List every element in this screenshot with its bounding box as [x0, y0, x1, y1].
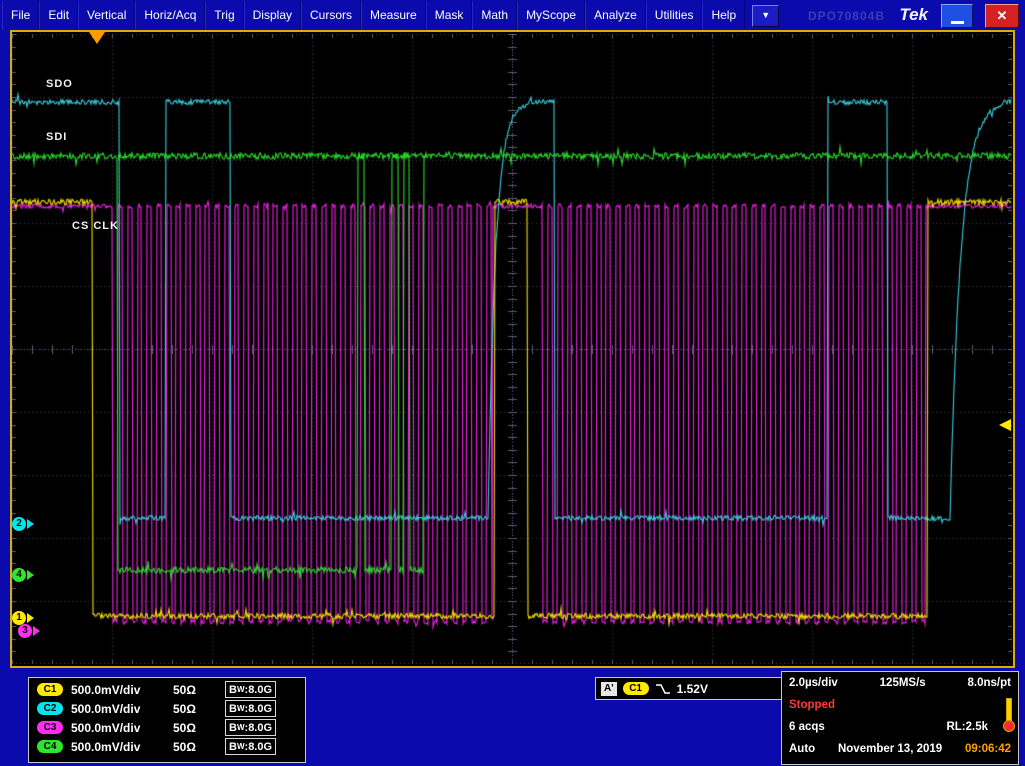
trace-label-cs-clk: CS CLK — [72, 220, 119, 232]
channel-4-arrow-icon — [27, 570, 34, 580]
menu-horiz-acq[interactable]: Horiz/Acq — [135, 1, 205, 30]
menu-edit[interactable]: Edit — [39, 1, 78, 30]
channel-3-badge: C3 — [37, 721, 63, 734]
channel-4-bandwidth: BW:8.0G — [225, 738, 276, 755]
channel-1-impedance: 50Ω — [173, 683, 225, 697]
menu-bar: File Edit Vertical Horiz/Acq Trig Displa… — [0, 0, 1025, 31]
channel-4-badge: C4 — [37, 740, 63, 753]
channel-4-impedance: 50Ω — [173, 740, 225, 754]
channel-2-badge: C2 — [37, 702, 63, 715]
channel-3-arrow-icon — [33, 626, 40, 636]
menu-display[interactable]: Display — [244, 1, 301, 30]
scope-display: SDO SDI CS CLK 2 4 3 1 — [10, 30, 1015, 668]
channel-2-readout[interactable]: C2 500.0mV/div 50Ω BW:8.0G — [29, 699, 305, 718]
channel-4-scale: 500.0mV/div — [71, 740, 173, 754]
minimize-icon — [951, 21, 964, 24]
channel-1-arrow-icon — [27, 613, 34, 623]
channel-1-readout[interactable]: C1 500.0mV/div 50Ω BW:8.0G — [29, 680, 305, 699]
minimize-button[interactable] — [941, 4, 973, 28]
menu-cursors[interactable]: Cursors — [301, 1, 361, 30]
trigger-mode: Auto — [789, 743, 815, 755]
channel-3-bandwidth: BW:8.0G — [225, 719, 276, 736]
record-length: RL:2.5k — [946, 721, 988, 733]
chevron-down-icon: ▼ — [761, 10, 770, 20]
channel-3-scale: 500.0mV/div — [71, 721, 173, 735]
acquisition-state: Stopped — [789, 699, 835, 711]
sample-rate-readout: 125MS/s — [880, 677, 926, 689]
channel-2-scale: 500.0mV/div — [71, 702, 173, 716]
trigger-source-badge: C1 — [623, 682, 649, 695]
trigger-slope-icon — [655, 682, 671, 696]
trigger-level-value: 1.52V — [677, 682, 708, 696]
menu-analyze[interactable]: Analyze — [585, 1, 646, 30]
channel-1-badge: C1 — [37, 683, 63, 696]
menu-file[interactable]: File — [2, 1, 39, 30]
trigger-a-badge: A' — [601, 682, 617, 696]
timebase-readout: 2.0µs/div — [789, 677, 838, 689]
menu-myscope[interactable]: MyScope — [517, 1, 585, 30]
trace-label-sdo: SDO — [46, 78, 73, 90]
menu-math[interactable]: Math — [472, 1, 517, 30]
thermometer-icon — [1003, 698, 1013, 732]
channel-readouts: C1 500.0mV/div 50Ω BW:8.0G C2 500.0mV/di… — [28, 677, 306, 763]
resolution-readout: 8.0ns/pt — [968, 677, 1011, 689]
model-ghost-text: DPO70804B — [808, 9, 885, 23]
waveform-canvas — [12, 34, 1012, 664]
channel-3-marker[interactable]: 3 — [18, 624, 40, 638]
menu-trig[interactable]: Trig — [205, 1, 243, 30]
clock-time: 09:06:42 — [965, 743, 1011, 755]
close-icon: ✕ — [997, 8, 1008, 23]
channel-1-bandwidth: BW:8.0G — [225, 681, 276, 698]
menu-mask[interactable]: Mask — [426, 1, 473, 30]
channel-4-marker-label: 4 — [12, 568, 26, 582]
channel-2-bandwidth: BW:8.0G — [225, 700, 276, 717]
thermometer-bulb — [1003, 720, 1015, 732]
trigger-level-arrow[interactable] — [999, 419, 1011, 431]
date-readout: November 13, 2019 — [838, 743, 942, 755]
trigger-position-marker[interactable] — [89, 32, 105, 44]
channel-1-marker[interactable]: 1 — [12, 611, 34, 625]
channel-4-marker[interactable]: 4 — [12, 568, 34, 582]
menu-utilities[interactable]: Utilities — [646, 1, 703, 30]
tek-logo: Tek — [899, 5, 928, 25]
channel-3-marker-label: 3 — [18, 624, 32, 638]
menu-help[interactable]: Help — [702, 1, 745, 30]
channel-3-impedance: 50Ω — [173, 721, 225, 735]
trace-label-sdi: SDI — [46, 131, 67, 143]
trigger-readout[interactable]: A' C1 1.52V — [595, 677, 789, 700]
close-button[interactable]: ✕ — [985, 4, 1019, 28]
channel-2-marker-label: 2 — [12, 517, 26, 531]
acquisition-count: 6 acqs — [789, 721, 825, 733]
menu-vertical[interactable]: Vertical — [78, 1, 135, 30]
acquisition-readout: 2.0µs/div 125MS/s 8.0ns/pt Stopped 6 acq… — [781, 671, 1019, 765]
channel-1-marker-label: 1 — [12, 611, 26, 625]
channel-3-readout[interactable]: C3 500.0mV/div 50Ω BW:8.0G — [29, 718, 305, 737]
readout-bar: C1 500.0mV/div 50Ω BW:8.0G C2 500.0mV/di… — [0, 668, 1025, 766]
menu-measure[interactable]: Measure — [361, 1, 426, 30]
channel-1-scale: 500.0mV/div — [71, 683, 173, 697]
menu-dropdown-button[interactable]: ▼ — [752, 5, 779, 27]
channel-2-marker[interactable]: 2 — [12, 517, 34, 531]
channel-4-readout[interactable]: C4 500.0mV/div 50Ω BW:8.0G — [29, 737, 305, 756]
channel-2-impedance: 50Ω — [173, 702, 225, 716]
channel-2-arrow-icon — [27, 519, 34, 529]
tekscope-window: File Edit Vertical Horiz/Acq Trig Displa… — [0, 0, 1025, 766]
